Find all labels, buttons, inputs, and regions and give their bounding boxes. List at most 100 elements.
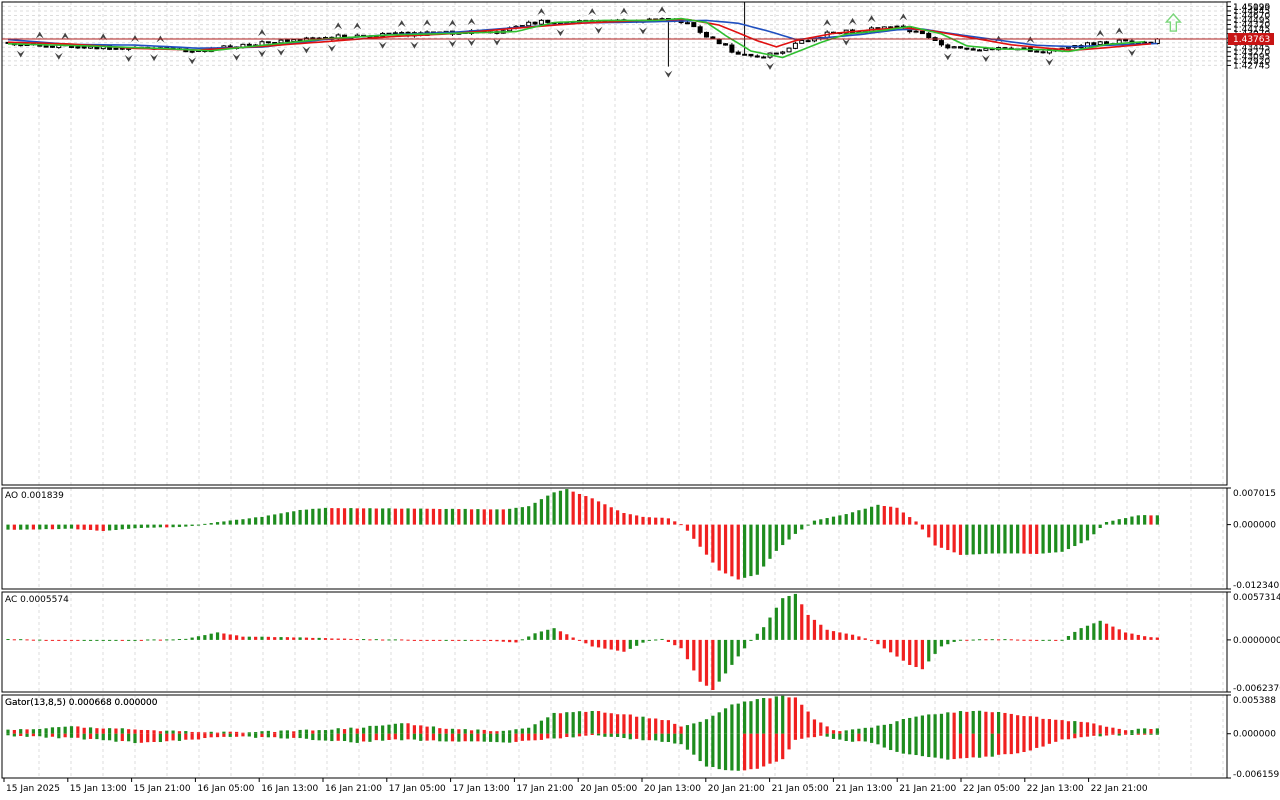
candle-bearish[interactable] <box>919 30 925 35</box>
gator-upper-bar <box>190 731 194 734</box>
candle-bullish[interactable] <box>799 40 805 44</box>
gator-upper-bar <box>355 728 359 734</box>
gator-upper-bar <box>412 725 416 734</box>
ao-bar <box>1085 524 1090 541</box>
ac-bar <box>31 639 35 641</box>
candle-bearish[interactable] <box>697 26 703 33</box>
candle-bullish[interactable] <box>792 42 798 49</box>
gator-upper-bar <box>222 731 226 734</box>
ao-bar <box>914 521 918 525</box>
gator-lower-bar <box>273 733 277 738</box>
candle-bearish[interactable] <box>49 45 55 48</box>
gator-lower-bar <box>577 733 582 737</box>
ac-bar <box>1155 637 1159 640</box>
ac-bar <box>514 639 518 643</box>
candle-bullish[interactable] <box>684 22 690 25</box>
candle-bullish[interactable] <box>75 46 81 49</box>
gator-upper-bar <box>438 728 442 734</box>
ac-bar <box>914 639 918 668</box>
candle-bullish[interactable] <box>786 47 792 53</box>
candle-bullish[interactable] <box>1065 46 1071 49</box>
candle-bearish[interactable] <box>761 56 767 59</box>
gator-upper-bar <box>1136 728 1140 734</box>
gator-lower-bar <box>546 733 550 739</box>
ac-bar <box>698 639 702 682</box>
candle-bearish[interactable] <box>926 32 932 39</box>
candle-bullish[interactable] <box>742 53 748 56</box>
candle-bearish[interactable] <box>1034 50 1040 53</box>
gator-lower-bar <box>406 733 410 740</box>
candle-bearish[interactable] <box>1123 39 1129 42</box>
gator-lower-bar <box>736 733 740 771</box>
candle-bearish[interactable] <box>977 49 983 52</box>
candle-bearish[interactable] <box>284 39 290 42</box>
gator-lower-bar <box>590 733 594 736</box>
candle-bearish[interactable] <box>81 46 87 49</box>
ac-bar <box>831 631 836 640</box>
candle-bullish[interactable] <box>278 39 284 44</box>
candle-bearish[interactable] <box>265 41 271 44</box>
ao-bar <box>647 517 651 525</box>
candle-bearish[interactable] <box>938 40 944 46</box>
gator-lower-bar <box>31 733 35 737</box>
candle-bearish[interactable] <box>43 45 49 48</box>
ao-bar <box>82 524 86 530</box>
ac-bar <box>546 629 550 640</box>
candle-bearish[interactable] <box>246 43 252 46</box>
ac-bar <box>463 639 467 641</box>
candle-bullish[interactable] <box>913 30 919 33</box>
candle-bearish[interactable] <box>748 53 754 57</box>
candle-bullish[interactable] <box>113 47 119 50</box>
gator-upper-bar <box>793 697 797 734</box>
candle-bearish[interactable] <box>1040 51 1046 54</box>
gator-lower-bar <box>641 733 645 741</box>
ac-bar <box>1035 639 1039 641</box>
ao-bar <box>736 524 740 580</box>
gator-upper-bar <box>457 729 461 734</box>
candle-bullish[interactable] <box>189 50 195 53</box>
candle-bearish[interactable] <box>545 19 551 23</box>
candle-bullish[interactable] <box>538 19 544 25</box>
ac-bar <box>882 639 886 649</box>
candle-bearish[interactable] <box>805 40 811 43</box>
candle-bearish[interactable] <box>735 51 741 55</box>
candle-bearish[interactable] <box>532 21 538 25</box>
candle-bearish[interactable] <box>704 31 709 38</box>
candle-bearish[interactable] <box>1104 41 1110 45</box>
gator-lower-bar <box>444 733 448 742</box>
candle-bullish[interactable] <box>1097 41 1103 46</box>
gator-lower-bar <box>495 733 499 743</box>
ac-bar <box>139 639 143 641</box>
candle-bearish[interactable] <box>1091 42 1097 46</box>
candle-bearish[interactable] <box>958 46 963 49</box>
candle-bullish[interactable] <box>526 21 532 27</box>
ac-bar <box>952 639 956 642</box>
candle-bearish[interactable] <box>964 47 970 50</box>
candle-bearish[interactable] <box>716 38 722 45</box>
ao-bar <box>273 514 277 525</box>
y-tick-label: 0.000000 <box>1233 521 1276 531</box>
candle-bullish[interactable] <box>780 51 786 54</box>
candle-bearish[interactable] <box>773 52 779 55</box>
ac-bar <box>368 639 372 641</box>
candle-bearish[interactable] <box>691 22 697 28</box>
gator-lower-bar <box>285 733 289 739</box>
candle-bullish[interactable] <box>951 46 957 49</box>
ac-bar <box>393 639 397 641</box>
chart-canvas[interactable]: 1.451951.450201.448451.446701.444951.443… <box>0 0 1280 800</box>
candle-bearish[interactable] <box>723 43 729 46</box>
candle-bullish[interactable] <box>983 47 989 51</box>
gator-lower-bar <box>558 733 563 739</box>
gator-upper-bar <box>952 712 956 734</box>
candle-bullish[interactable] <box>894 25 900 28</box>
candle-bearish[interactable] <box>945 44 951 49</box>
gator-upper-bar <box>349 727 353 734</box>
candle-bearish[interactable] <box>729 44 735 53</box>
ac-bar <box>692 639 696 671</box>
ac-bar <box>50 639 55 641</box>
gator-lower-bar <box>584 733 588 736</box>
candle-bearish[interactable] <box>754 55 760 58</box>
ao-bar <box>838 515 842 525</box>
candle-bearish[interactable] <box>970 48 976 51</box>
gator-lower-bar <box>622 733 626 739</box>
